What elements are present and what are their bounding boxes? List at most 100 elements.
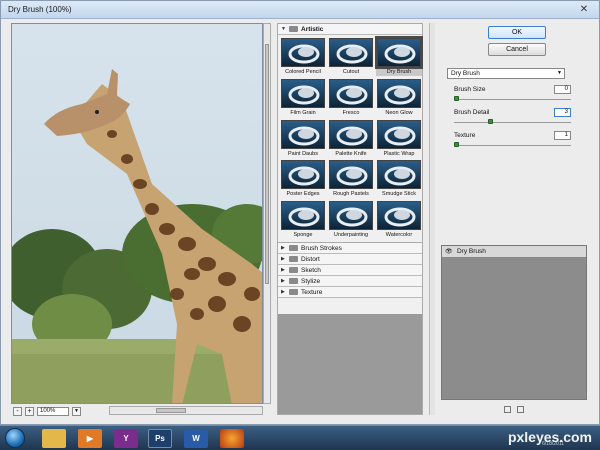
filter-thumb[interactable]: Rough Pastels [328,160,374,198]
category-label: Distort [301,255,320,263]
chevron-down-icon[interactable]: ▼ [72,406,81,416]
title-bar: Dry Brush (100%) ✕ [1,1,599,19]
folder-icon [289,278,298,284]
brush-size-slider[interactable] [454,96,459,101]
filter-preview-icon [281,78,325,108]
category-stylize[interactable]: ▶ Stylize [278,276,422,287]
filter-preview-icon [375,36,423,69]
filter-thumb[interactable]: Underpainting [328,201,374,239]
category-brush-strokes[interactable]: ▶ Brush Strokes [278,243,422,254]
layer-buttons [504,406,524,413]
filter-preview-icon [281,119,325,149]
filter-thumb[interactable]: Palette Knife [328,119,374,158]
filter-preview-icon [377,201,421,231]
filter-thumb[interactable]: Smudge Stick [376,160,422,198]
filter-label: Palette Knife [335,150,367,157]
filter-gallery-window: Dry Brush (100%) ✕ - + 100% ▼ ▼ Artistic… [0,0,600,425]
category-texture[interactable]: ▶ Texture [278,287,422,298]
filter-preview-icon [377,160,421,190]
delete-effect-layer-icon[interactable] [517,406,524,413]
cancel-button[interactable]: Cancel [488,43,546,56]
brush-detail-slider[interactable] [488,119,493,124]
filter-thumb[interactable]: Sponge [280,201,326,239]
filter-preview-icon [329,201,373,231]
gallery-scrollbar[interactable] [429,23,435,415]
brush-detail-label: Brush Detail [454,109,490,116]
ok-button[interactable]: OK [488,26,546,39]
brush-size-track[interactable] [454,99,571,100]
brush-size-field[interactable]: 0 [554,85,571,94]
media-player-icon[interactable]: ▶ [78,429,102,448]
brush-size-label: Brush Size [454,86,486,93]
zoom-in-button[interactable]: + [25,406,34,416]
texture-control: Texture 1 [454,131,574,152]
filter-thumb[interactable]: Cutout [328,38,374,76]
brush-detail-track[interactable] [454,122,571,123]
folder-icon [289,245,298,251]
filter-preview-icon [377,78,421,108]
giraffe-preview-image [12,24,262,403]
window-title: Dry Brush (100%) [8,5,72,14]
preview-vertical-scrollbar[interactable] [263,23,271,404]
texture-field[interactable]: 1 [554,131,571,140]
texture-label: Texture [454,132,476,139]
filter-thumb[interactable]: Film Grain [280,78,326,117]
triangle-right-icon: ▶ [281,289,285,295]
filter-settings: Dry Brush ▼ Brush Size 0 Brush Detail 3 … [442,64,587,239]
effect-layer[interactable]: 👁 Dry Brush [442,246,586,258]
preview-canvas[interactable] [11,23,263,404]
filter-label: Poster Edges [286,191,320,198]
scroll-thumb[interactable] [156,408,186,413]
filter-preview-icon [329,119,373,149]
photoshop-label: Ps [155,434,165,443]
filter-thumb[interactable]: Dry Brush [375,36,423,76]
filter-label: Underpainting [333,232,369,239]
photoshop-icon[interactable]: Ps [148,429,172,448]
category-sketch[interactable]: ▶ Sketch [278,265,422,276]
filter-thumb[interactable]: Poster Edges [280,160,326,198]
filter-label: Cutout [342,69,360,75]
zoom-value[interactable]: 100% [37,406,69,416]
filter-label: Plastic Wrap [383,150,415,157]
triangle-right-icon: ▶ [281,267,285,273]
category-distort[interactable]: ▶ Distort [278,254,422,265]
preview-horizontal-scrollbar[interactable] [109,406,263,415]
filter-label: Film Grain [290,109,316,116]
eye-icon[interactable]: 👁 [445,249,453,255]
word-icon[interactable]: W [184,429,208,448]
filter-preview-icon [329,78,373,108]
filter-thumb[interactable]: Neon Glow [376,78,422,117]
gallery-empty-area [278,314,422,414]
word-label: W [192,434,200,443]
start-button[interactable] [5,428,25,448]
category-label: Artistic [301,25,324,33]
filter-thumb[interactable]: Colored Pencil [280,38,326,76]
texture-track[interactable] [454,145,571,146]
filter-thumb[interactable]: Paint Daubs [280,119,326,158]
triangle-right-icon: ▶ [281,256,285,262]
filter-thumbnails: Colored Pencil Cutout Dry Brush Film Grain F… [278,35,423,242]
brush-detail-control: Brush Detail 3 [454,108,574,129]
filter-thumb[interactable]: Watercolor [376,201,422,239]
folder-icon [289,267,298,273]
zoom-out-button[interactable]: - [13,406,22,416]
yahoo-icon[interactable]: Y [114,429,138,448]
texture-slider[interactable] [454,142,459,147]
explorer-icon[interactable] [42,429,66,448]
filter-select[interactable]: Dry Brush ▼ [447,68,565,79]
firefox-icon[interactable] [220,429,244,448]
effect-layers-panel: 👁 Dry Brush [441,245,587,400]
filter-label: Dry Brush [386,69,412,75]
triangle-right-icon: ▶ [281,245,285,251]
watermark: pxleyes.com [507,429,592,445]
category-artistic[interactable]: ▼ Artistic [278,24,422,35]
new-effect-layer-icon[interactable] [504,406,511,413]
brush-detail-field[interactable]: 3 [554,108,571,117]
scroll-thumb[interactable] [265,44,269,284]
filter-thumb[interactable]: Fresco [328,78,374,117]
filter-select-value: Dry Brush [451,70,480,77]
filter-thumb[interactable]: Plastic Wrap [376,119,422,158]
filter-label: Smudge Stick [382,191,416,198]
category-label: Sketch [301,266,321,274]
close-icon[interactable]: ✕ [575,3,593,16]
